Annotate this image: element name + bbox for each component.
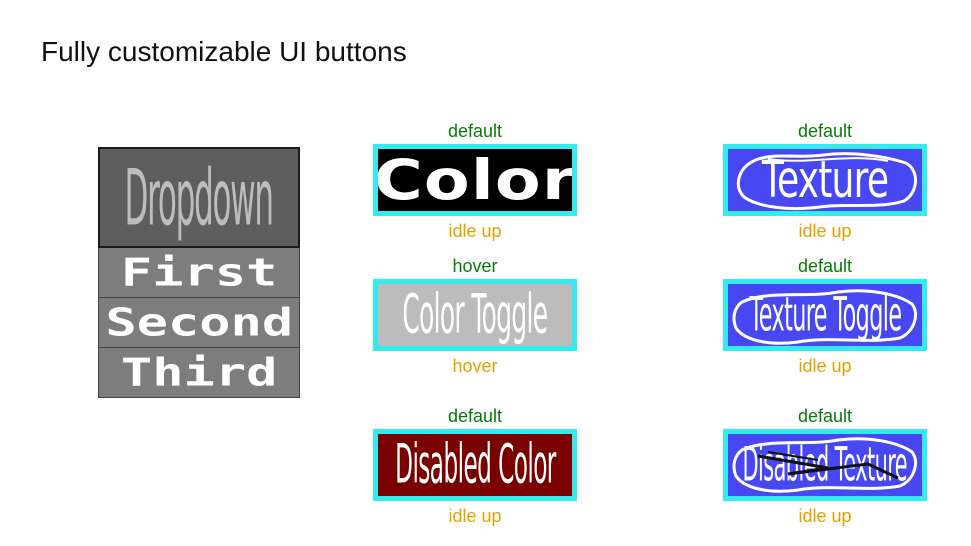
color-toggle-button-state: hover — [452, 256, 498, 276]
color-button-substate: idle up — [448, 221, 502, 241]
texture-toggle-button-label: Texture Toggle — [749, 288, 902, 342]
disabled-color-button-substate: idle up — [448, 506, 502, 526]
dropdown-option-third[interactable]: Third — [98, 348, 300, 398]
dropdown-header[interactable]: Dropdown — [98, 147, 300, 248]
dropdown-option-label: Third — [120, 350, 278, 395]
dropdown[interactable]: Dropdown First Second Third — [98, 147, 300, 398]
color-button-state: default — [447, 121, 503, 141]
texture-toggle-button-substate: idle up — [798, 356, 852, 376]
texture-button-state: default — [797, 121, 853, 141]
dropdown-option-second[interactable]: Second — [98, 298, 300, 348]
texture-button-substate: idle up — [798, 221, 852, 241]
texture-button[interactable]: Texture — [723, 144, 927, 216]
texture-toggle-button[interactable]: Texture Toggle — [723, 279, 927, 351]
dropdown-option-label: Second — [105, 300, 293, 345]
disabled-cross-icon — [757, 451, 899, 480]
disabled-texture-button-substate: idle up — [798, 506, 852, 526]
disabled-texture-button-state: default — [797, 406, 853, 426]
color-toggle-button-substate: hover — [452, 356, 498, 376]
texture-button-label: Texture — [761, 150, 889, 210]
color-toggle-button[interactable]: Color Toggle — [373, 279, 577, 351]
disabled-color-button-label: Disabled Color — [394, 433, 556, 497]
color-toggle-button-label: Color Toggle — [402, 283, 549, 347]
color-button-label: Color — [373, 147, 577, 213]
dropdown-label: Dropdown — [124, 152, 275, 243]
texture-toggle-button-state: default — [797, 256, 853, 276]
dropdown-option-first[interactable]: First — [98, 248, 300, 298]
disabled-color-button[interactable]: Disabled Color — [373, 429, 577, 501]
disabled-color-button-state: default — [447, 406, 503, 426]
color-button[interactable]: Color — [373, 144, 577, 216]
page-title: Fully customizable UI buttons — [41, 36, 407, 67]
disabled-texture-button[interactable]: Disabled Texture — [723, 429, 927, 501]
dropdown-option-label: First — [120, 250, 278, 295]
